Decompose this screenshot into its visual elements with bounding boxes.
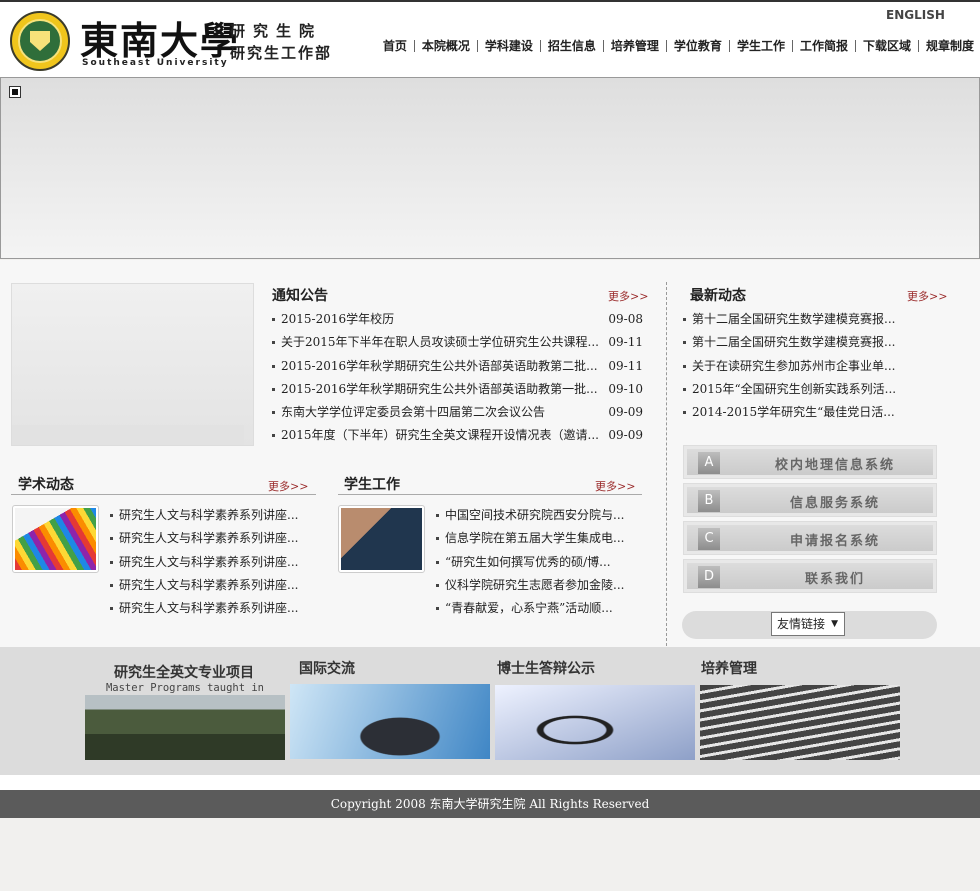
nav-downloads[interactable]: 下载区域 (856, 40, 919, 52)
list-item[interactable]: 关于2015年下半年在职人员攻读硕士学位研究生公共课程... 09-11 (272, 331, 643, 354)
list-item[interactable]: 研究生人文与科学素养系列讲座... (110, 597, 305, 620)
books-image (700, 685, 900, 760)
list-item[interactable]: 研究生人文与科学素养系列讲座... (110, 527, 305, 550)
nav-regulations[interactable]: 规章制度 (919, 40, 974, 52)
nav-degrees[interactable]: 学位教育 (667, 40, 730, 52)
letter-b-icon: B (698, 490, 720, 512)
list-item[interactable]: 2014-2015学年研究生“最佳党日活... (683, 401, 898, 424)
list-item[interactable]: 2015年“全国研究生创新实践系列活... (683, 378, 898, 401)
list-item[interactable]: “青春献爱，心系宁燕”活动顺... (436, 597, 631, 620)
glasses-image (495, 685, 695, 760)
friend-links-bar: 友情链接 ▼ (682, 611, 937, 639)
academic-list: 研究生人文与科学素养系列讲座... 研究生人文与科学素养系列讲座... 研究生人… (110, 504, 305, 620)
list-item[interactable]: 中国空间技术研究院西安分院与... (436, 504, 631, 527)
nav-student-work[interactable]: 学生工作 (730, 40, 793, 52)
news-more-link[interactable]: 更多>> (907, 288, 947, 304)
news-photo-slider[interactable] (11, 283, 254, 446)
notices-list: 2015-2016学年校历 09-08 关于2015年下半年在职人员攻读硕士学位研… (272, 308, 643, 448)
academic-more-link[interactable]: 更多>> (268, 478, 308, 494)
student-work-list: 中国空间技术研究院西安分院与... 信息学院在第五届大学生集成电... “研究生… (436, 504, 631, 620)
building-image (85, 695, 285, 760)
system-button-contact[interactable]: D 联系我们 (683, 559, 937, 593)
logo-english-name: Southeast University (82, 58, 229, 68)
list-item[interactable]: 2015-2016学年秋学期研究生公共外语部英语助教第二批... 09-11 (272, 355, 643, 378)
nav-home[interactable]: 首页 (376, 40, 415, 52)
logo-chinese-name[interactable]: 東南大學 (80, 10, 240, 65)
footer-spacer (0, 775, 980, 790)
list-item[interactable]: 仪科学院研究生志愿者参加金陵... (436, 574, 631, 597)
student-work-title: 学生工作 (344, 477, 400, 493)
news-list: 第十二届全国研究生数学建模竞赛报... 第十二届全国研究生数学建模竞赛报... … (683, 308, 898, 424)
list-item[interactable]: 研究生人文与科学素养系列讲座... (110, 574, 305, 597)
dept-name-line1: 研究生院 (230, 22, 323, 40)
friend-links-select[interactable]: 友情链接 ▼ (771, 612, 845, 636)
list-item[interactable]: 东南大学学位评定委员会第十四届第二次会议公告 09-09 (272, 401, 643, 424)
student-work-underline (338, 494, 642, 495)
list-item[interactable]: 第十二届全国研究生数学建模竞赛报... (683, 331, 898, 354)
notices-more-link[interactable]: 更多>> (608, 288, 648, 304)
handshake-image (290, 684, 490, 759)
pencils-image (15, 508, 96, 570)
list-item[interactable]: 第十二届全国研究生数学建模竞赛报... (683, 308, 898, 331)
promo-title: 培养管理 (701, 661, 757, 677)
list-item[interactable]: 关于在读研究生参加苏州市企事业单... (683, 355, 898, 378)
letter-d-icon: D (698, 566, 720, 588)
english-link[interactable]: ENGLISH (886, 8, 945, 22)
nav-disciplines[interactable]: 学科建设 (478, 40, 541, 52)
promo-phd-defense[interactable]: 博士生答辩公示 (495, 658, 695, 760)
system-button-info-service[interactable]: B 信息服务系统 (683, 483, 937, 517)
news-title: 最新动态 (690, 288, 746, 304)
keyboard-image (341, 508, 422, 570)
system-button-registration[interactable]: C 申请报名系统 (683, 521, 937, 555)
system-button-gis[interactable]: A 校内地理信息系统 (683, 445, 937, 479)
dept-name-line2: 研究生工作部 (230, 44, 333, 62)
academic-title: 学术动态 (18, 477, 74, 493)
list-item[interactable]: 2015-2016学年秋学期研究生公共外语部英语助教第一批... 09-10 (272, 378, 643, 401)
list-item[interactable]: 研究生人文与科学素养系列讲座... (110, 551, 305, 574)
letter-a-icon: A (698, 452, 720, 474)
footer: Copyright 2008 东南大学研究生院 All Rights Reser… (0, 790, 980, 818)
list-item[interactable]: 研究生人文与科学素养系列讲座... (110, 504, 305, 527)
header: 東南大學 Southeast University 研究生院 研究生工作部 EN… (0, 2, 980, 78)
student-work-more-link[interactable]: 更多>> (595, 478, 635, 494)
student-work-thumbnail[interactable] (338, 505, 425, 573)
promo-international-exchange[interactable]: 国际交流 (290, 658, 490, 760)
promo-title: 国际交流 (299, 661, 355, 677)
promo-title: 研究生全英文专业项目 (114, 665, 254, 681)
list-item[interactable]: “研究生如何撰写优秀的硕/博... (436, 551, 631, 574)
nav-training[interactable]: 培养管理 (604, 40, 667, 52)
slideshow-control-icon[interactable] (9, 86, 21, 98)
promo-english-programs[interactable]: 研究生全英文专业项目 Master Programs taught in Eng… (85, 662, 285, 762)
nav-briefings[interactable]: 工作简报 (793, 40, 856, 52)
system-button-label: 申请报名系统 (789, 534, 880, 549)
system-button-label: 信息服务系统 (789, 496, 880, 511)
system-button-label: 联系我们 (804, 572, 865, 587)
main-nav: 首页 本院概况 学科建设 招生信息 培养管理 学位教育 学生工作 工作简报 下载… (376, 40, 974, 52)
nav-admissions[interactable]: 招生信息 (541, 40, 604, 52)
academic-thumbnail[interactable] (12, 505, 99, 573)
photo-caption-bar (12, 425, 244, 445)
list-item[interactable]: 2015年度（下半年）研究生全英文课程开设情况表（邀请... 09-09 (272, 424, 643, 447)
nav-about[interactable]: 本院概况 (415, 40, 478, 52)
banner-slideshow (0, 77, 980, 259)
friend-links-selected: 友情链接 (777, 617, 826, 631)
system-button-label: 校内地理信息系统 (774, 458, 895, 473)
copyright-text: Copyright 2008 东南大学研究生院 All Rights Reser… (330, 797, 650, 811)
column-divider (666, 282, 667, 646)
list-item[interactable]: 信息学院在第五届大学生集成电... (436, 527, 631, 550)
dropdown-arrow-icon: ▼ (831, 619, 838, 629)
promo-title: 博士生答辩公示 (497, 661, 595, 677)
promo-training-management[interactable]: 培养管理 (700, 658, 900, 760)
main-content: 通知公告 更多>> 2015-2016学年校历 09-08 关于2015年下半年在… (0, 260, 980, 647)
letter-c-icon: C (698, 528, 720, 550)
university-seal-logo[interactable] (10, 11, 70, 71)
promo-band: 研究生全英文专业项目 Master Programs taught in Eng… (0, 647, 980, 775)
list-item[interactable]: 2015-2016学年校历 09-08 (272, 308, 643, 331)
notices-title: 通知公告 (272, 288, 328, 304)
academic-underline (11, 494, 316, 495)
